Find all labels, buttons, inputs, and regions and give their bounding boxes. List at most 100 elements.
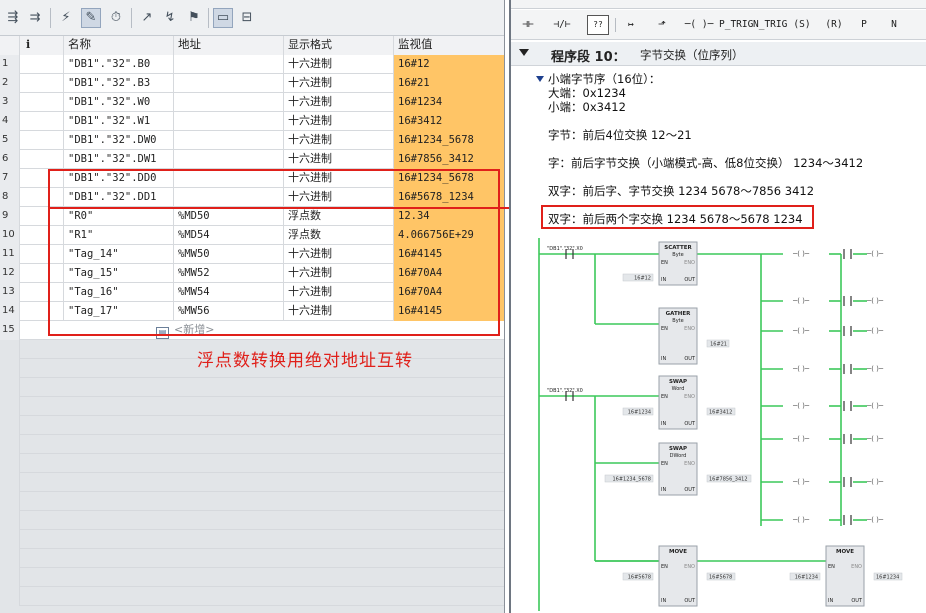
network-header[interactable]: 程序段 10： 字节交换（位序列） — [511, 42, 926, 66]
insert-row-icon[interactable]: ⇶ — [3, 8, 23, 28]
tag-name-cell[interactable]: "DB1"."32".B3 — [64, 74, 174, 93]
coil-symbol: ─( )─ — [866, 327, 884, 335]
modify-now-icon[interactable]: ⚡ — [56, 8, 76, 28]
tag-name-cell[interactable]: "DB1"."32".W0 — [64, 93, 174, 112]
row-number[interactable]: 6 — [0, 150, 20, 169]
annotation-caption: 浮点数转换用绝对地址互转 — [197, 351, 413, 371]
coil-symbol: ─( )─ — [792, 478, 810, 486]
tag-name-cell[interactable]: "DB1"."32".W1 — [64, 112, 174, 131]
value-column-header[interactable]: 监视值 — [394, 36, 504, 55]
empty-box-icon[interactable]: ?? — [587, 15, 609, 35]
out-pin: OUT — [684, 421, 696, 427]
table-row[interactable]: 4 "DB1"."32".W1 十六进制 16#3412 — [0, 112, 504, 131]
row-number[interactable]: 9 — [0, 207, 20, 226]
address-cell[interactable] — [174, 55, 284, 74]
row-number[interactable]: 4 — [0, 112, 20, 131]
coil-icon[interactable]: ─( )─ — [683, 15, 715, 35]
row-number[interactable]: 7 — [0, 169, 20, 188]
modify-trigger-icon[interactable]: ↯ — [160, 8, 180, 28]
monitor-once-icon[interactable]: ⏱ — [106, 8, 126, 28]
row-number[interactable]: 5 — [0, 131, 20, 150]
add-row-icon[interactable]: ⇉ — [25, 8, 45, 28]
monitor-value-cell: 16#1234 — [394, 93, 504, 112]
instruction-type: DWord — [670, 453, 687, 459]
address-cell[interactable] — [174, 112, 284, 131]
out-pin: OUT — [684, 598, 696, 604]
address-cell[interactable] — [174, 74, 284, 93]
en-pin: EN — [661, 326, 668, 332]
display-format-cell[interactable]: 十六进制 — [284, 131, 394, 150]
show-all-icon[interactable]: ▭ — [213, 8, 233, 28]
monitor-value-cell: 16#21 — [394, 74, 504, 93]
in-pin: IN — [661, 277, 666, 283]
coil-symbol: ─( )─ — [792, 297, 810, 305]
display-format-cell[interactable]: 十六进制 — [284, 150, 394, 169]
no-contact-icon[interactable]: ⊣⊢ — [517, 15, 539, 35]
watch-table-pane: ⇶ ⇉ ⚡ ✎ ⏱ ↗ ↯ ⚑ ▭ ⊟ i 名称 地址 显示格式 监视值 1 "D… — [0, 0, 505, 613]
display-format-cell[interactable]: 十六进制 — [284, 93, 394, 112]
coil-symbol: ─( )─ — [792, 327, 810, 335]
display-1-icon[interactable]: ⊟ — [237, 8, 257, 28]
comment-collapse-icon[interactable] — [536, 76, 544, 82]
instruction-type: Word — [672, 386, 685, 392]
tag-name-cell[interactable]: "DB1"."32".B0 — [64, 55, 174, 74]
en-pin: EN — [661, 461, 668, 467]
name-column-header[interactable]: 名称 — [64, 36, 174, 55]
modify-once-icon[interactable]: ↗ — [137, 8, 157, 28]
reset-coil-button[interactable]: (R) — [821, 15, 847, 35]
force-icon[interactable]: ⚑ — [184, 8, 204, 28]
row-number[interactable]: 1 — [0, 55, 20, 74]
eno-pin: ENO — [684, 461, 695, 467]
instruction-type: Byte — [672, 252, 683, 258]
network-title[interactable]: 字节交换（位序列） — [640, 47, 744, 63]
row-number[interactable]: 12 — [0, 264, 20, 283]
nc-contact-icon[interactable]: ⊣/⊢ — [549, 15, 575, 35]
p-coil-button[interactable]: P — [853, 15, 875, 35]
close-branch-icon[interactable]: ⬏ — [651, 15, 673, 35]
address-cell[interactable] — [174, 131, 284, 150]
n-coil-button[interactable]: N — [883, 15, 905, 35]
tag-name-cell[interactable]: "DB1"."32".DW1 — [64, 150, 174, 169]
address-column-header[interactable]: 地址 — [174, 36, 284, 55]
monitor-value: 16#21 — [710, 342, 727, 348]
in-pin: IN — [661, 598, 666, 604]
in-pin: IN — [828, 598, 833, 604]
open-branch-icon[interactable]: ↦ — [621, 15, 641, 35]
table-row[interactable]: 5 "DB1"."32".DW0 十六进制 16#1234_5678 — [0, 131, 504, 150]
row-number[interactable]: 14 — [0, 302, 20, 321]
set-coil-button[interactable]: (S) — [789, 15, 815, 35]
row-number[interactable]: 3 — [0, 93, 20, 112]
display-format-cell[interactable]: 十六进制 — [284, 74, 394, 93]
format-column-header[interactable]: 显示格式 — [284, 36, 394, 55]
table-row[interactable]: 3 "DB1"."32".W0 十六进制 16#1234 — [0, 93, 504, 112]
eno-pin: ENO — [851, 564, 862, 570]
instruction-type: Byte — [672, 318, 683, 324]
row-number[interactable]: 8 — [0, 188, 20, 207]
en-pin: EN — [828, 564, 835, 570]
row-number[interactable]: 11 — [0, 245, 20, 264]
table-row[interactable]: 1 "DB1"."32".B0 十六进制 16#12 — [0, 55, 504, 74]
table-row[interactable]: 6 "DB1"."32".DW1 十六进制 16#7856_3412 — [0, 150, 504, 169]
row-number[interactable]: 2 — [0, 74, 20, 93]
n-trig-button[interactable]: N_TRIG — [753, 15, 787, 35]
comment-line-3: 小端：0x3412 — [548, 100, 626, 114]
network-label: 程序段 10： — [551, 50, 626, 65]
instruction-box — [825, 545, 865, 607]
tag-name-cell[interactable]: "DB1"."32".DW0 — [64, 131, 174, 150]
display-format-cell[interactable]: 十六进制 — [284, 112, 394, 131]
coil-symbol: ─( )─ — [866, 365, 884, 373]
address-cell[interactable] — [174, 150, 284, 169]
row-number[interactable]: 13 — [0, 283, 20, 302]
monitor-value: 16#7856_3412 — [709, 477, 748, 483]
display-format-cell[interactable]: 十六进制 — [284, 55, 394, 74]
monitor-value: 16#12 — [634, 276, 651, 282]
monitor-value-cell: 16#12 — [394, 55, 504, 74]
table-row[interactable]: 2 "DB1"."32".B3 十六进制 16#21 — [0, 74, 504, 93]
address-cell[interactable] — [174, 93, 284, 112]
collapse-triangle-icon[interactable] — [519, 49, 529, 56]
p-trig-button[interactable]: P_TRIG — [719, 15, 753, 35]
comment-line-5: 字：前后字节交换（小端模式-高、低8位交换） 1234～3412 — [548, 156, 864, 170]
contact-tag: "DB1"."32".X0 — [547, 388, 583, 394]
monitor-values-icon[interactable]: ✎ — [81, 8, 101, 28]
row-number[interactable]: 10 — [0, 226, 20, 245]
